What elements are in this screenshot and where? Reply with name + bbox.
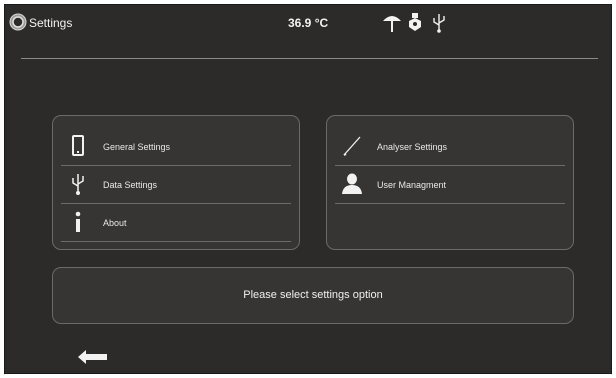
top-bar: Settings 36.9 °C <box>5 5 611 39</box>
user-icon <box>342 173 362 194</box>
nib-icon <box>409 13 421 31</box>
menu-item-user-managment[interactable]: User Managment <box>335 166 565 204</box>
arrow-left-icon[interactable] <box>77 348 109 366</box>
message-box: Please select settings option <box>52 267 574 324</box>
menu-item-label: General Settings <box>103 142 171 152</box>
menu-item-label: Analyser Settings <box>377 142 448 152</box>
power-ring-icon[interactable] <box>9 13 27 31</box>
menu-item-general-settings[interactable]: General Settings <box>61 128 291 166</box>
menu-item-analyser-settings[interactable]: Analyser Settings <box>335 128 565 166</box>
stylus-icon <box>343 136 361 156</box>
umbrella-icon <box>383 16 401 32</box>
item-divider <box>61 241 291 242</box>
settings-panel-left: General Settings Data Settings About <box>52 115 300 250</box>
usb-icon <box>433 14 445 33</box>
menu-item-label: Data Settings <box>103 180 158 190</box>
info-icon <box>75 211 81 232</box>
menu-item-label: User Managment <box>377 180 447 190</box>
menu-item-about[interactable]: About <box>61 204 291 242</box>
status-message: Please select settings option <box>243 289 383 301</box>
item-divider <box>335 203 565 204</box>
page-title: Settings <box>29 16 73 30</box>
phone-icon <box>72 135 84 156</box>
usb-icon <box>72 174 84 195</box>
settings-panel-right: Analyser Settings User Managment <box>326 115 574 250</box>
menu-item-data-settings[interactable]: Data Settings <box>61 166 291 204</box>
menu-item-label: About <box>103 218 127 228</box>
settings-screen: Settings 36.9 °C General Settings Data S… <box>4 4 612 374</box>
temperature-readout: 36.9 °C <box>288 16 329 30</box>
header-divider <box>21 58 598 59</box>
